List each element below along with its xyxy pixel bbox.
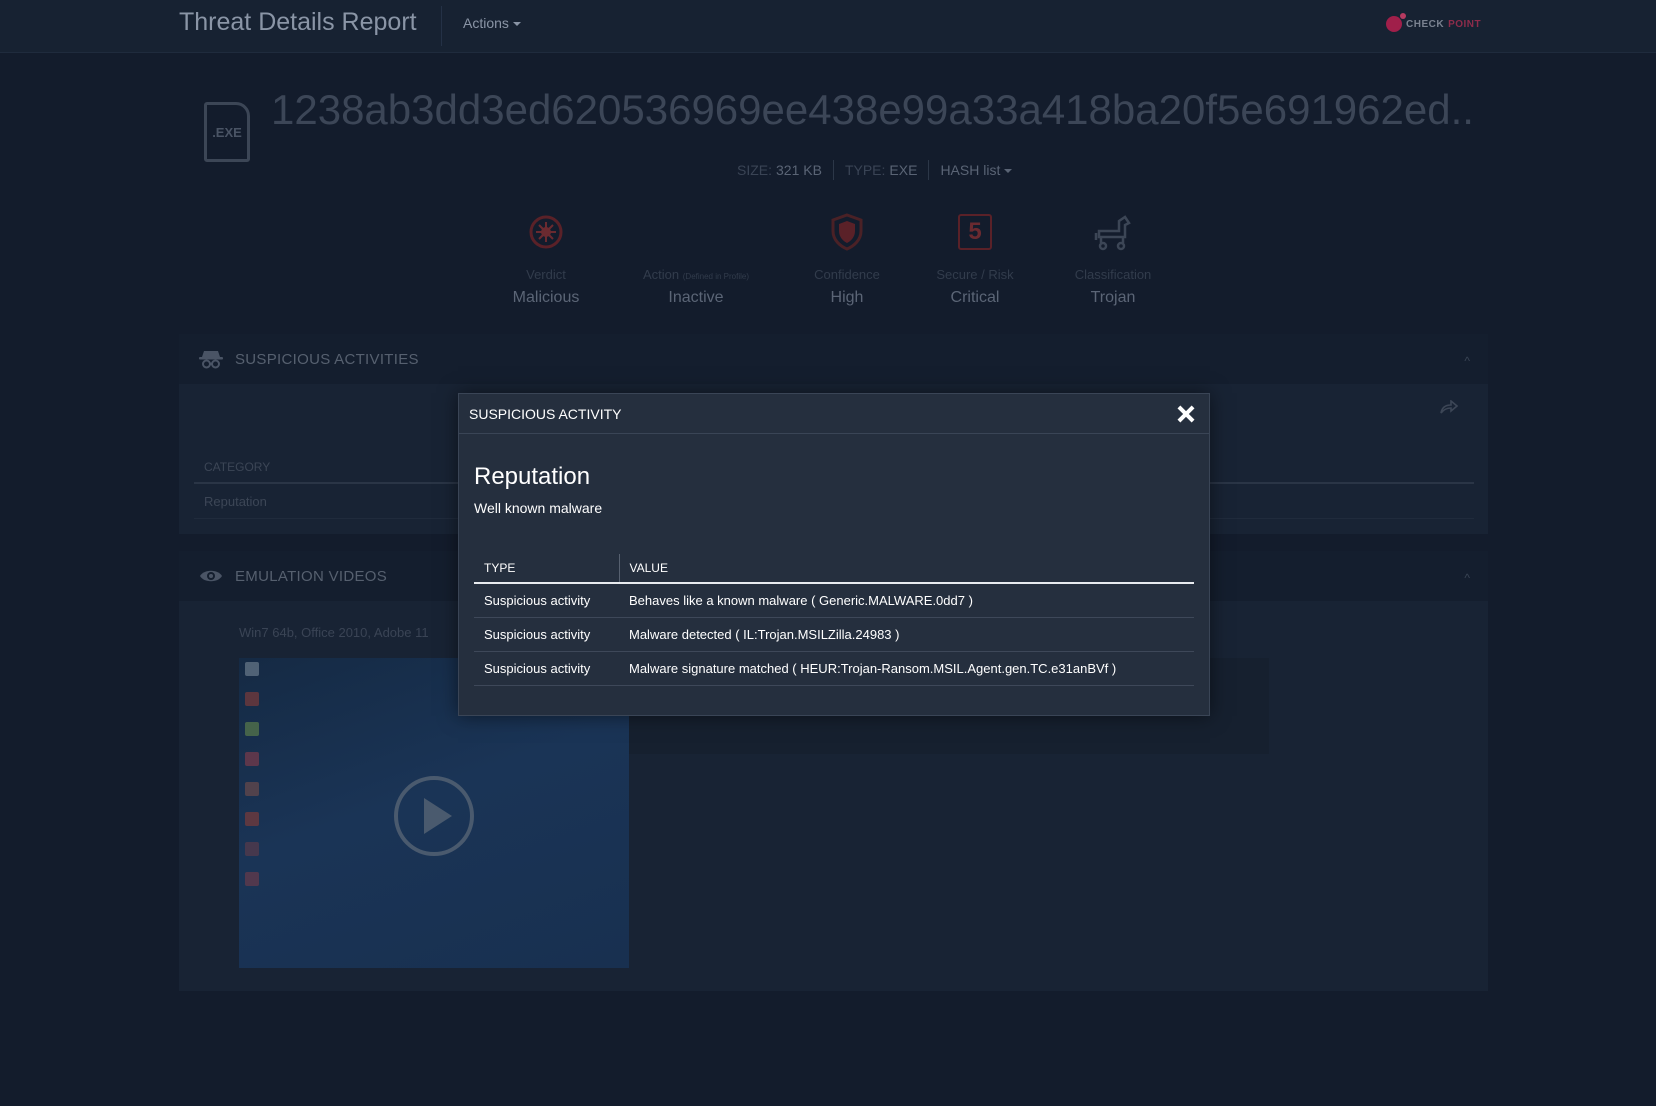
share-icon[interactable] (1440, 399, 1459, 419)
chevron-up-icon[interactable]: ^ (1464, 571, 1470, 585)
environment-label: Win7 64b, Office 2010, Adobe 11 (239, 625, 429, 640)
desktop-icon (245, 812, 259, 826)
malicious-icon (471, 212, 621, 252)
desktop-icon (245, 872, 259, 886)
risk-label: Secure / Risk (936, 267, 1014, 282)
category-column-header: CATEGORY (204, 460, 271, 474)
type-column-header: TYPE (474, 554, 620, 584)
category-row[interactable]: Reputation (204, 494, 267, 509)
verdict-item: Verdict Malicious (471, 212, 621, 307)
suspicious-activities-header[interactable]: SUSPICIOUS ACTIVITIES ^ (179, 334, 1488, 384)
action-label-text: Action (642, 267, 680, 282)
value-cell: Behaves like a known malware ( Generic.M… (619, 583, 1194, 618)
desktop-icon (245, 662, 259, 676)
desktop-icon (245, 752, 259, 766)
type-cell: Suspicious activity (474, 583, 619, 618)
hash-list-label: HASH list (940, 162, 1001, 178)
brand-text-part2: POINT (1448, 18, 1482, 30)
value-cell: Malware detected ( IL:Trojan.MSILZilla.2… (619, 617, 1194, 652)
desktop-icon (245, 782, 259, 796)
action-label: Action (Defined in Profile) (621, 267, 771, 282)
verdict-label: Verdict (526, 267, 566, 282)
risk-value: Critical (950, 289, 1000, 306)
value-column-header: VALUE (619, 554, 1194, 584)
eye-icon (199, 568, 223, 584)
value-cell: Malware signature matched ( HEUR:Trojan-… (619, 651, 1194, 686)
reputation-title: Reputation (474, 463, 591, 490)
trojan-horse-icon (1038, 212, 1188, 252)
desktop-icon (245, 692, 259, 706)
type-value: EXE (889, 162, 918, 178)
activity-table: TYPE VALUE Suspicious activity Behaves l… (474, 554, 1194, 686)
header-divider (441, 6, 442, 46)
actions-menu-label: Actions (463, 15, 509, 31)
chevron-down-icon (512, 22, 521, 27)
type-cell: Suspicious activity (474, 617, 619, 652)
meta-divider (928, 160, 930, 180)
brand-text-part1: CHECK (1406, 18, 1445, 30)
page-title: Threat Details Report (179, 8, 417, 36)
chevron-down-icon (1004, 169, 1013, 174)
type-cell: Suspicious activity (474, 651, 619, 686)
top-bar: Threat Details Report Actions CHECK POINT (0, 0, 1656, 53)
file-icon-label: .EXE (212, 124, 242, 140)
actions-menu[interactable]: Actions (463, 15, 521, 31)
exe-file-icon: .EXE (204, 102, 250, 162)
hash-list-dropdown[interactable]: HASH list (940, 162, 1013, 178)
spy-icon (199, 349, 223, 369)
classification-item: Classification Trojan (1038, 212, 1188, 307)
check-point-logo-icon (1386, 13, 1406, 32)
desktop-icon (245, 842, 259, 856)
desktop-icon (245, 722, 259, 736)
file-hash: 1238ab3dd3ed620536969ee438e99a33a418ba20… (271, 86, 1471, 133)
action-label-note: (Defined in Profile) (682, 272, 749, 281)
risk-score-icon: 5 (900, 212, 1050, 252)
verdict-value: Malicious (512, 289, 580, 306)
table-row: Suspicious activity Malware signature ma… (474, 651, 1194, 686)
play-button[interactable] (394, 776, 474, 856)
table-row: Suspicious activity Malware detected ( I… (474, 617, 1194, 652)
modal-title: SUSPICIOUS ACTIVITY (469, 405, 622, 422)
section-title: EMULATION VIDEOS (235, 567, 388, 585)
file-meta: SIZE: 321 KB TYPE: EXE HASH list (737, 160, 1013, 180)
action-item: Action (Defined in Profile) Inactive (621, 212, 771, 307)
chevron-up-icon[interactable]: ^ (1464, 354, 1470, 368)
section-title: SUSPICIOUS ACTIVITIES (235, 350, 419, 368)
table-row: Suspicious activity Behaves like a known… (474, 583, 1194, 618)
action-value: Inactive (668, 289, 724, 306)
risk-item: 5 Secure / Risk Critical (900, 212, 1050, 307)
table-header-row: TYPE VALUE (474, 554, 1194, 584)
size-value: 321 KB (776, 162, 822, 178)
classification-label: Classification (1074, 267, 1152, 282)
classification-value: Trojan (1090, 289, 1136, 306)
meta-divider (832, 160, 834, 180)
brand-logo: CHECK POINT (1386, 13, 1482, 32)
risk-score: 5 (958, 214, 992, 250)
suspicious-activity-modal: SUSPICIOUS ACTIVITY Reputation Well know… (458, 393, 1210, 716)
play-icon (424, 798, 452, 834)
type-label: TYPE: (844, 162, 886, 178)
reputation-description: Well known malware (474, 500, 603, 516)
size-label: SIZE: (737, 162, 773, 178)
modal-header: SUSPICIOUS ACTIVITY (459, 394, 1209, 434)
close-icon[interactable] (1175, 403, 1197, 425)
